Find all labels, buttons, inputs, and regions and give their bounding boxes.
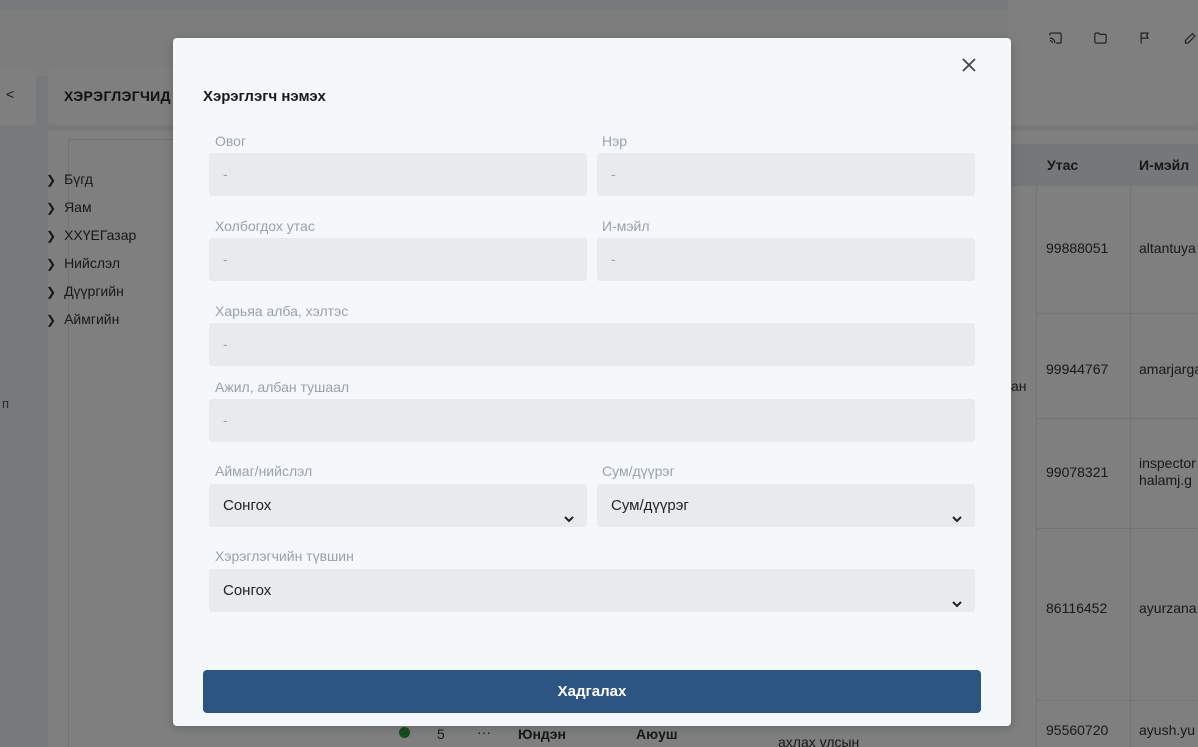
user-level-label: Хэрэглэгчийн түвшин: [215, 548, 354, 564]
user-level-select-value: Сонгох: [223, 582, 272, 599]
position-input[interactable]: -: [209, 399, 975, 442]
email-input[interactable]: -: [597, 238, 975, 281]
department-label: Харьяа алба, хэлтэс: [215, 303, 349, 319]
firstname-input[interactable]: -: [597, 153, 975, 196]
district-label: Сум/дүүрэг: [602, 463, 675, 479]
add-user-modal: Хэрэглэгч нэмэх Овог - Нэр - Холбогдох у…: [173, 38, 1011, 726]
close-button[interactable]: [957, 53, 981, 77]
phone-input[interactable]: -: [209, 238, 587, 281]
save-button[interactable]: Хадгалах: [203, 670, 981, 713]
lastname-label: Овог: [215, 133, 247, 149]
department-input[interactable]: -: [209, 323, 975, 366]
chevron-down-icon: [951, 584, 963, 608]
province-label: Аймаг/нийслэл: [215, 463, 313, 479]
user-level-select[interactable]: Сонгох: [209, 569, 975, 612]
firstname-label: Нэр: [602, 133, 628, 149]
email-label: И-мэйл: [602, 218, 650, 234]
position-label: Ажил, албан тушаал: [215, 379, 350, 395]
district-select-value: Сум/дүүрэг: [611, 497, 689, 514]
district-select[interactable]: Сум/дүүрэг: [597, 484, 975, 527]
province-select[interactable]: Сонгох: [209, 484, 587, 527]
province-select-value: Сонгох: [223, 497, 272, 514]
modal-title: Хэрэглэгч нэмэх: [203, 88, 326, 105]
chevron-down-icon: [563, 499, 575, 523]
chevron-down-icon: [951, 499, 963, 523]
close-icon: [962, 58, 976, 72]
lastname-input[interactable]: -: [209, 153, 587, 196]
phone-label: Холбогдох утас: [215, 218, 315, 234]
